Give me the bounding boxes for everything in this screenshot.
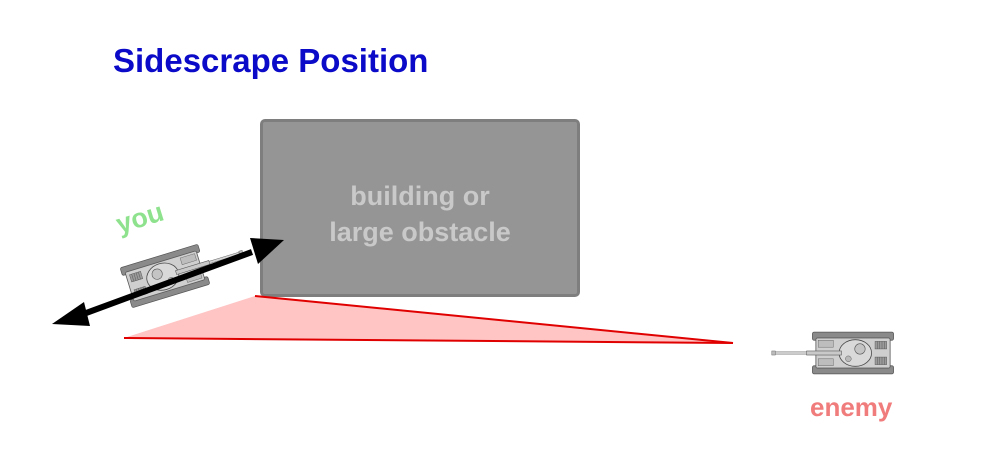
sightline-area xyxy=(124,296,733,343)
enemy-label: enemy xyxy=(810,392,893,422)
tank-icon xyxy=(771,331,895,375)
